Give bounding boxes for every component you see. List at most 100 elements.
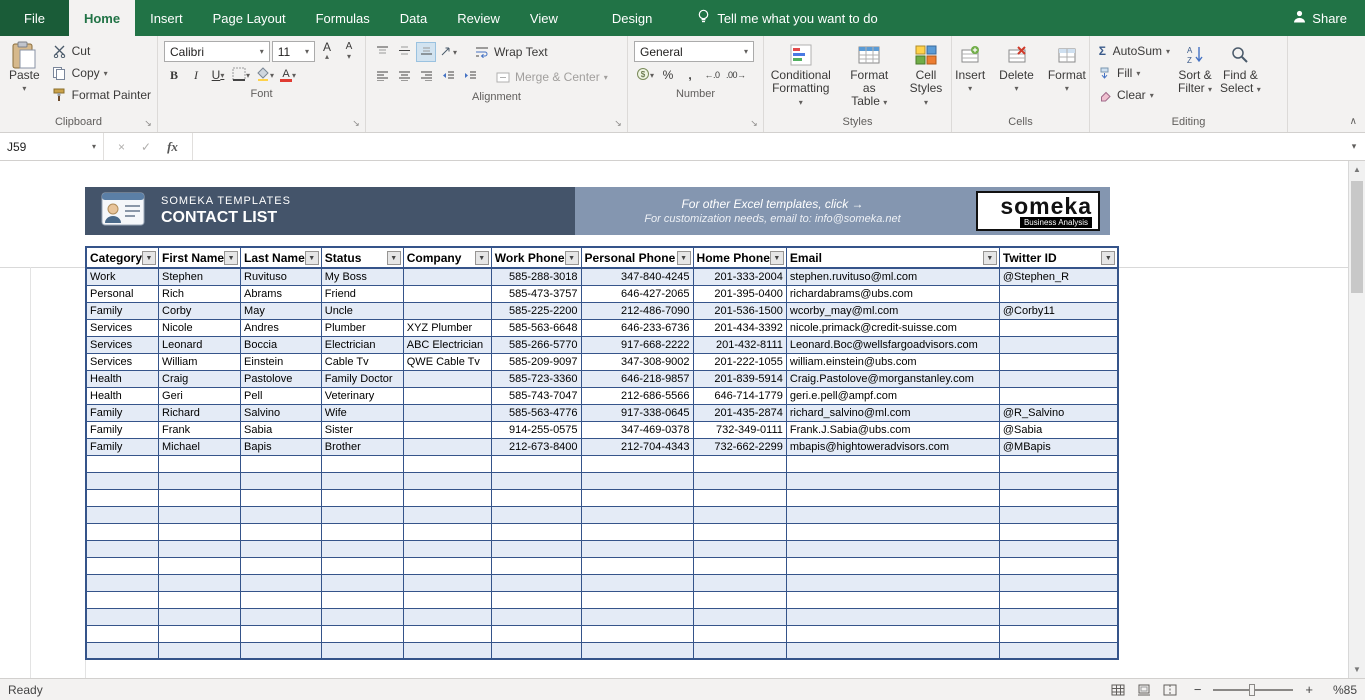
cell[interactable]: wcorby_may@ml.com	[785, 301, 1000, 320]
cell[interactable]: QWE Cable Tv	[402, 352, 492, 371]
cell[interactable]	[998, 352, 1119, 371]
cell[interactable]: 347-840-4245	[580, 267, 694, 286]
cell[interactable]: Work	[85, 267, 160, 286]
cell[interactable]: 201-395-0400	[692, 284, 787, 303]
cell[interactable]: @R_Salvino	[998, 403, 1119, 422]
cell[interactable]	[785, 488, 1000, 507]
accounting-format-button[interactable]: $ ▾	[634, 65, 656, 85]
decrease-indent-button[interactable]	[438, 67, 458, 87]
cell[interactable]	[320, 556, 404, 575]
cell[interactable]: Leonard	[158, 335, 242, 354]
cell[interactable]: Abrams	[240, 284, 322, 303]
cell[interactable]: richardabrams@ubs.com	[785, 284, 1000, 303]
format-as-table-button[interactable]: Format as Table ▾	[840, 39, 899, 115]
cell[interactable]	[785, 573, 1000, 592]
cell[interactable]	[320, 471, 404, 490]
increase-font-size-button[interactable]: A ▴	[317, 41, 337, 62]
cell[interactable]: 914-255-0575	[490, 420, 582, 439]
cell[interactable]	[580, 488, 694, 507]
cell[interactable]	[692, 556, 787, 575]
cell[interactable]	[85, 573, 160, 592]
cell[interactable]	[580, 556, 694, 575]
cell[interactable]: 732-662-2299	[692, 437, 787, 456]
borders-button[interactable]: ▾	[230, 65, 252, 85]
cell[interactable]: Wife	[320, 403, 404, 422]
bottom-align-button[interactable]	[416, 42, 436, 62]
cell[interactable]	[85, 505, 160, 524]
cell[interactable]: @Sabia	[998, 420, 1119, 439]
cell[interactable]	[158, 590, 242, 609]
cell[interactable]: 585-563-6648	[490, 318, 582, 337]
cell[interactable]	[580, 641, 694, 660]
cell[interactable]	[998, 335, 1119, 354]
filter-dropdown-button[interactable]: ▼	[769, 250, 784, 265]
number-format-combo[interactable]: General ▾	[634, 41, 754, 62]
insert-function-icon[interactable]: fx	[167, 139, 178, 155]
font-name-combo[interactable]: Calibri ▾	[164, 41, 270, 62]
cell[interactable]: Michael	[158, 437, 242, 456]
cell[interactable]	[402, 284, 492, 303]
name-box[interactable]: J59 ▾	[0, 133, 104, 160]
tab-review[interactable]: Review	[442, 0, 515, 36]
cell[interactable]	[692, 505, 787, 524]
cell[interactable]	[490, 573, 582, 592]
decrease-font-size-button[interactable]: A ▾	[339, 41, 359, 62]
cell[interactable]	[785, 607, 1000, 626]
filter-dropdown-button[interactable]: ▼	[982, 250, 997, 265]
cell[interactable]	[580, 522, 694, 541]
formula-input[interactable]	[193, 133, 1343, 160]
wrap-text-button[interactable]: Wrap Text	[469, 41, 552, 63]
cell[interactable]	[85, 454, 160, 473]
align-left-button[interactable]	[372, 67, 392, 87]
clear-button[interactable]: Clear ▾	[1092, 84, 1174, 106]
cell[interactable]	[998, 488, 1119, 507]
sort-filter-button[interactable]: AZ Sort & Filter ▾	[1174, 39, 1216, 115]
tell-me-box[interactable]: Tell me what you want to do	[697, 0, 878, 36]
conditional-formatting-button[interactable]: Conditional Formatting ▾	[766, 39, 836, 115]
cell[interactable]	[402, 488, 492, 507]
filter-dropdown-button[interactable]: ▼	[142, 250, 157, 265]
cell[interactable]	[402, 403, 492, 422]
filter-dropdown-button[interactable]: ▼	[304, 250, 319, 265]
cell[interactable]: Family	[85, 437, 160, 456]
cell[interactable]	[240, 624, 322, 643]
copy-button[interactable]: Copy ▾	[47, 62, 155, 84]
enter-icon[interactable]: ✓	[141, 140, 151, 154]
middle-align-button[interactable]	[394, 42, 414, 62]
cell[interactable]	[158, 454, 242, 473]
cell[interactable]	[785, 505, 1000, 524]
cell[interactable]: Frank	[158, 420, 242, 439]
cell[interactable]	[402, 471, 492, 490]
cell[interactable]	[240, 607, 322, 626]
cell[interactable]: nicole.primack@credit-suisse.com	[785, 318, 1000, 337]
cell[interactable]	[402, 437, 492, 456]
cell[interactable]	[158, 471, 242, 490]
number-dialog-launcher-icon[interactable]: ↘	[748, 117, 760, 129]
cell[interactable]	[85, 641, 160, 660]
cell[interactable]: 917-338-0645	[580, 403, 694, 422]
cell[interactable]: Andres	[240, 318, 322, 337]
cell[interactable]	[240, 488, 322, 507]
cell[interactable]: ABC Electrician	[402, 335, 492, 354]
share-button[interactable]: Share	[1275, 0, 1365, 36]
cell[interactable]: @Corby11	[998, 301, 1119, 320]
tab-formulas[interactable]: Formulas	[301, 0, 385, 36]
cell[interactable]: william.einstein@ubs.com	[785, 352, 1000, 371]
font-size-combo[interactable]: 11 ▾	[271, 41, 315, 62]
cell[interactable]	[998, 641, 1119, 660]
templates-link[interactable]: For other Excel templates, click →	[644, 197, 900, 211]
cell[interactable]: Sister	[320, 420, 404, 439]
cell[interactable]	[402, 641, 492, 660]
cell[interactable]	[490, 471, 582, 490]
cell[interactable]: 585-563-4776	[490, 403, 582, 422]
cell[interactable]	[320, 590, 404, 609]
filter-dropdown-button[interactable]: ▼	[564, 250, 579, 265]
column-header-personal-phone[interactable]: Personal Phone ▼	[580, 246, 694, 269]
collapse-ribbon-icon[interactable]: ∧	[1350, 116, 1357, 127]
underline-button[interactable]: U ▾	[208, 65, 228, 85]
cell[interactable]: Sabia	[240, 420, 322, 439]
cell[interactable]: Einstein	[240, 352, 322, 371]
find-select-button[interactable]: Find & Select ▾	[1216, 39, 1265, 115]
cell[interactable]: Nicole	[158, 318, 242, 337]
cell[interactable]: 646-218-9857	[580, 369, 694, 388]
